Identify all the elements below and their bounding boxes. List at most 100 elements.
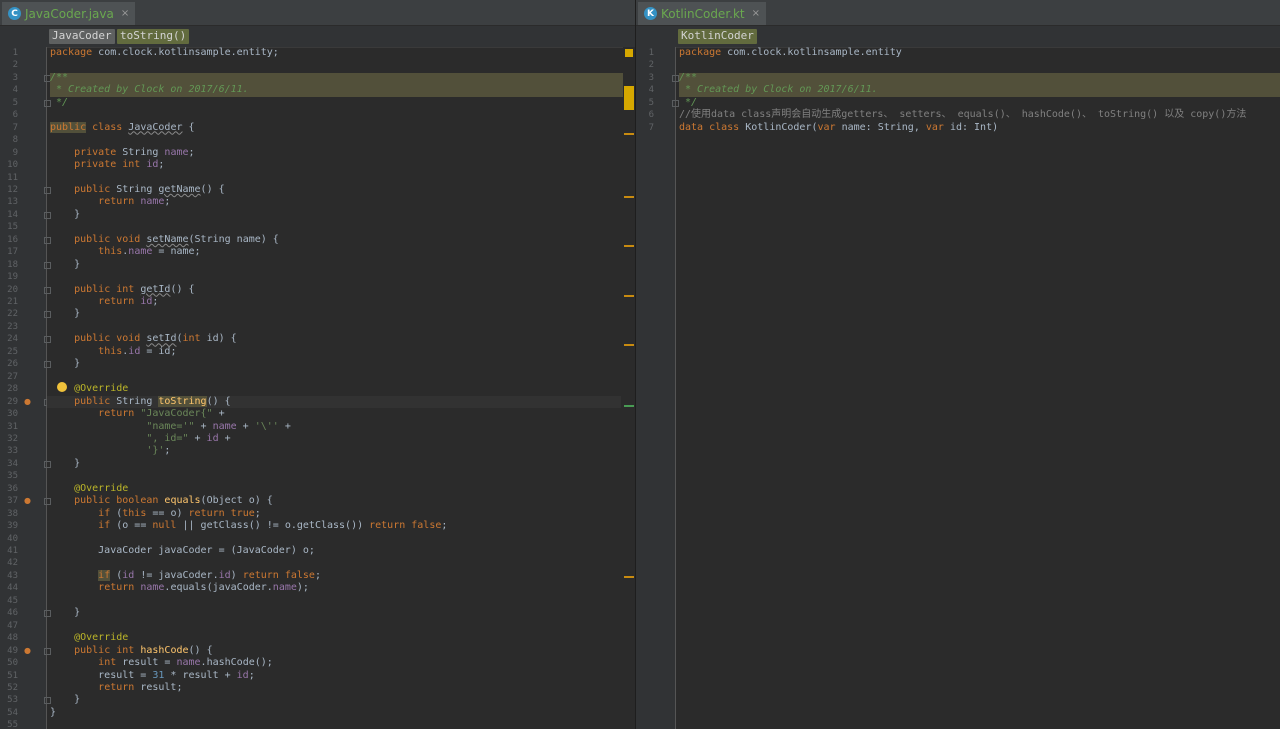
code-line[interactable]: public int hashCode() {: [50, 645, 213, 657]
code-token: );: [296, 582, 309, 594]
code-line[interactable]: public boolean equals(Object o) {: [50, 495, 273, 507]
code-line[interactable]: return result;: [50, 682, 182, 694]
code-line[interactable]: * Created by Clock on 2017/6/11.: [679, 84, 878, 96]
code-line[interactable]: '}';: [50, 445, 170, 457]
code-line[interactable]: }: [50, 209, 80, 221]
code-token: name: [164, 146, 189, 158]
code-line[interactable]: return name.equals(javaCoder.name);: [50, 582, 309, 594]
code-token: ): [230, 569, 243, 581]
code-line[interactable]: return "JavaCoder{" +: [50, 408, 224, 420]
code-line[interactable]: @Override: [50, 632, 128, 644]
code-token: * Created by Clock on 2017/6/11.: [679, 84, 878, 96]
warning-marker[interactable]: [625, 49, 633, 57]
warning-marker[interactable]: [624, 295, 634, 297]
code-line[interactable]: */: [50, 97, 68, 109]
line-number-gutter[interactable]: 1 23 45 67: [636, 47, 679, 729]
code-editor[interactable]: package com.clock.kotlinsample.entity /**…: [676, 47, 1280, 729]
line-number-gutter[interactable]: 1 2 3 4 5 6 7 8 9 10 11 12 13 14 15 16 17 18 19 20 21 22 23 24 2…: [0, 47, 51, 729]
code-token: ;: [152, 296, 159, 307]
warning-marker[interactable]: [624, 86, 634, 110]
code-token: = id;: [140, 345, 177, 357]
line-number: 5: [648, 97, 654, 108]
code-line[interactable]: "name='" + name + '\'' +: [50, 421, 291, 433]
code-line[interactable]: if (this == o) return true;: [50, 508, 261, 520]
code-line[interactable]: public void setName(String name) {: [50, 234, 279, 246]
code-token: if: [98, 520, 111, 532]
line-number: 41: [7, 546, 18, 556]
tab-kotlincoder[interactable]: K KotlinCoder.kt ×: [638, 2, 767, 25]
error-stripe[interactable]: [623, 47, 635, 729]
code-line[interactable]: private String name;: [50, 146, 194, 159]
code-line[interactable]: this.name = name;: [50, 246, 200, 258]
code-line[interactable]: @Override: [50, 483, 128, 495]
warning-marker[interactable]: [624, 245, 634, 247]
code-token: return false: [369, 520, 442, 532]
line-number: 46: [7, 608, 18, 619]
warning-marker[interactable]: [624, 576, 634, 578]
code-line[interactable]: public class JavaCoder {: [50, 121, 195, 134]
code-token: * Created by Clock on 2017/6/11.: [50, 84, 249, 96]
code-line[interactable]: this.id = id;: [50, 346, 176, 358]
warning-marker[interactable]: [624, 133, 634, 135]
code-token: id) {: [200, 333, 237, 345]
code-line[interactable]: }: [50, 259, 80, 271]
code-line[interactable]: }: [50, 308, 80, 320]
code-token: int: [182, 333, 201, 345]
code-line[interactable]: result = 31 * result + id;: [50, 670, 255, 682]
code-token: @Override: [74, 482, 129, 494]
code-line[interactable]: * Created by Clock on 2017/6/11.: [50, 84, 249, 96]
code-line[interactable]: ", id=" + id +: [50, 432, 230, 445]
code-line[interactable]: public void setId(int id) {: [50, 333, 237, 345]
code-line[interactable]: }: [50, 694, 80, 706]
code-line[interactable]: /**: [50, 72, 68, 84]
code-line[interactable]: package com.clock.kotlinsample.entity;: [50, 47, 279, 59]
lightbulb-icon[interactable]: [57, 382, 67, 392]
code-line[interactable]: int result = name.hashCode();: [50, 657, 273, 669]
code-line[interactable]: }: [50, 707, 56, 719]
warning-marker[interactable]: [624, 344, 634, 346]
code-line[interactable]: }: [50, 607, 80, 619]
code-line[interactable]: JavaCoder javaCoder = (JavaCoder) o;: [50, 545, 315, 557]
code-line[interactable]: }: [50, 458, 80, 470]
caret-marker[interactable]: [624, 405, 634, 407]
code-line[interactable]: */: [679, 97, 697, 109]
code-line[interactable]: public String toString() {: [50, 395, 231, 408]
override-marker-icon[interactable]: ●: [24, 496, 31, 505]
code-line[interactable]: if (o == null || getClass() != o.getClas…: [50, 520, 447, 532]
line-number: 6: [12, 110, 18, 121]
code-line[interactable]: //使用data class声明会自动生成getters、 setters、 e…: [679, 109, 1246, 121]
code-line[interactable]: public String getName() {: [50, 184, 225, 196]
code-line[interactable]: package com.clock.kotlinsample.entity: [679, 47, 902, 59]
breadcrumb-class[interactable]: JavaCoder: [49, 29, 115, 44]
code-line[interactable]: if (id != javaCoder.id) return false;: [50, 569, 321, 582]
java-editor-pane[interactable]: C JavaCoder.java × JavaCoder toString() …: [0, 0, 635, 729]
code-editor[interactable]: package com.clock.kotlinsample.entity; /*…: [47, 47, 621, 729]
code-token: KotlinCoder(: [739, 121, 818, 133]
warning-marker[interactable]: [624, 196, 634, 198]
breadcrumb-class[interactable]: KotlinCoder: [678, 29, 757, 44]
code-line[interactable]: public int getId() {: [50, 284, 194, 296]
code-line[interactable]: data class KotlinCoder(var name: String,…: [679, 122, 998, 134]
code-line[interactable]: /**: [679, 72, 697, 84]
override-marker-icon[interactable]: ●: [24, 397, 31, 406]
code-line[interactable]: return name;: [50, 196, 170, 208]
line-number: 7: [12, 122, 18, 133]
kotlin-editor-pane[interactable]: K KotlinCoder.kt × KotlinCoder 1 23 45 67 p…: [636, 0, 1280, 729]
override-marker-icon[interactable]: ●: [24, 646, 31, 655]
close-icon[interactable]: ×: [752, 8, 760, 19]
code-token: public: [74, 395, 111, 407]
close-icon[interactable]: ×: [121, 8, 129, 19]
code-line[interactable]: private int id;: [50, 159, 164, 171]
code-line[interactable]: return id;: [50, 296, 158, 308]
code-token: id: [206, 432, 219, 444]
code-token: }: [50, 358, 81, 370]
tab-javacoder[interactable]: C JavaCoder.java ×: [2, 2, 136, 25]
breadcrumb-method[interactable]: toString(): [117, 29, 190, 44]
line-number: 25: [7, 346, 18, 357]
breadcrumb: KotlinCoder: [636, 26, 1280, 48]
code-line[interactable]: }: [50, 358, 80, 370]
line-number: 15: [7, 222, 18, 233]
